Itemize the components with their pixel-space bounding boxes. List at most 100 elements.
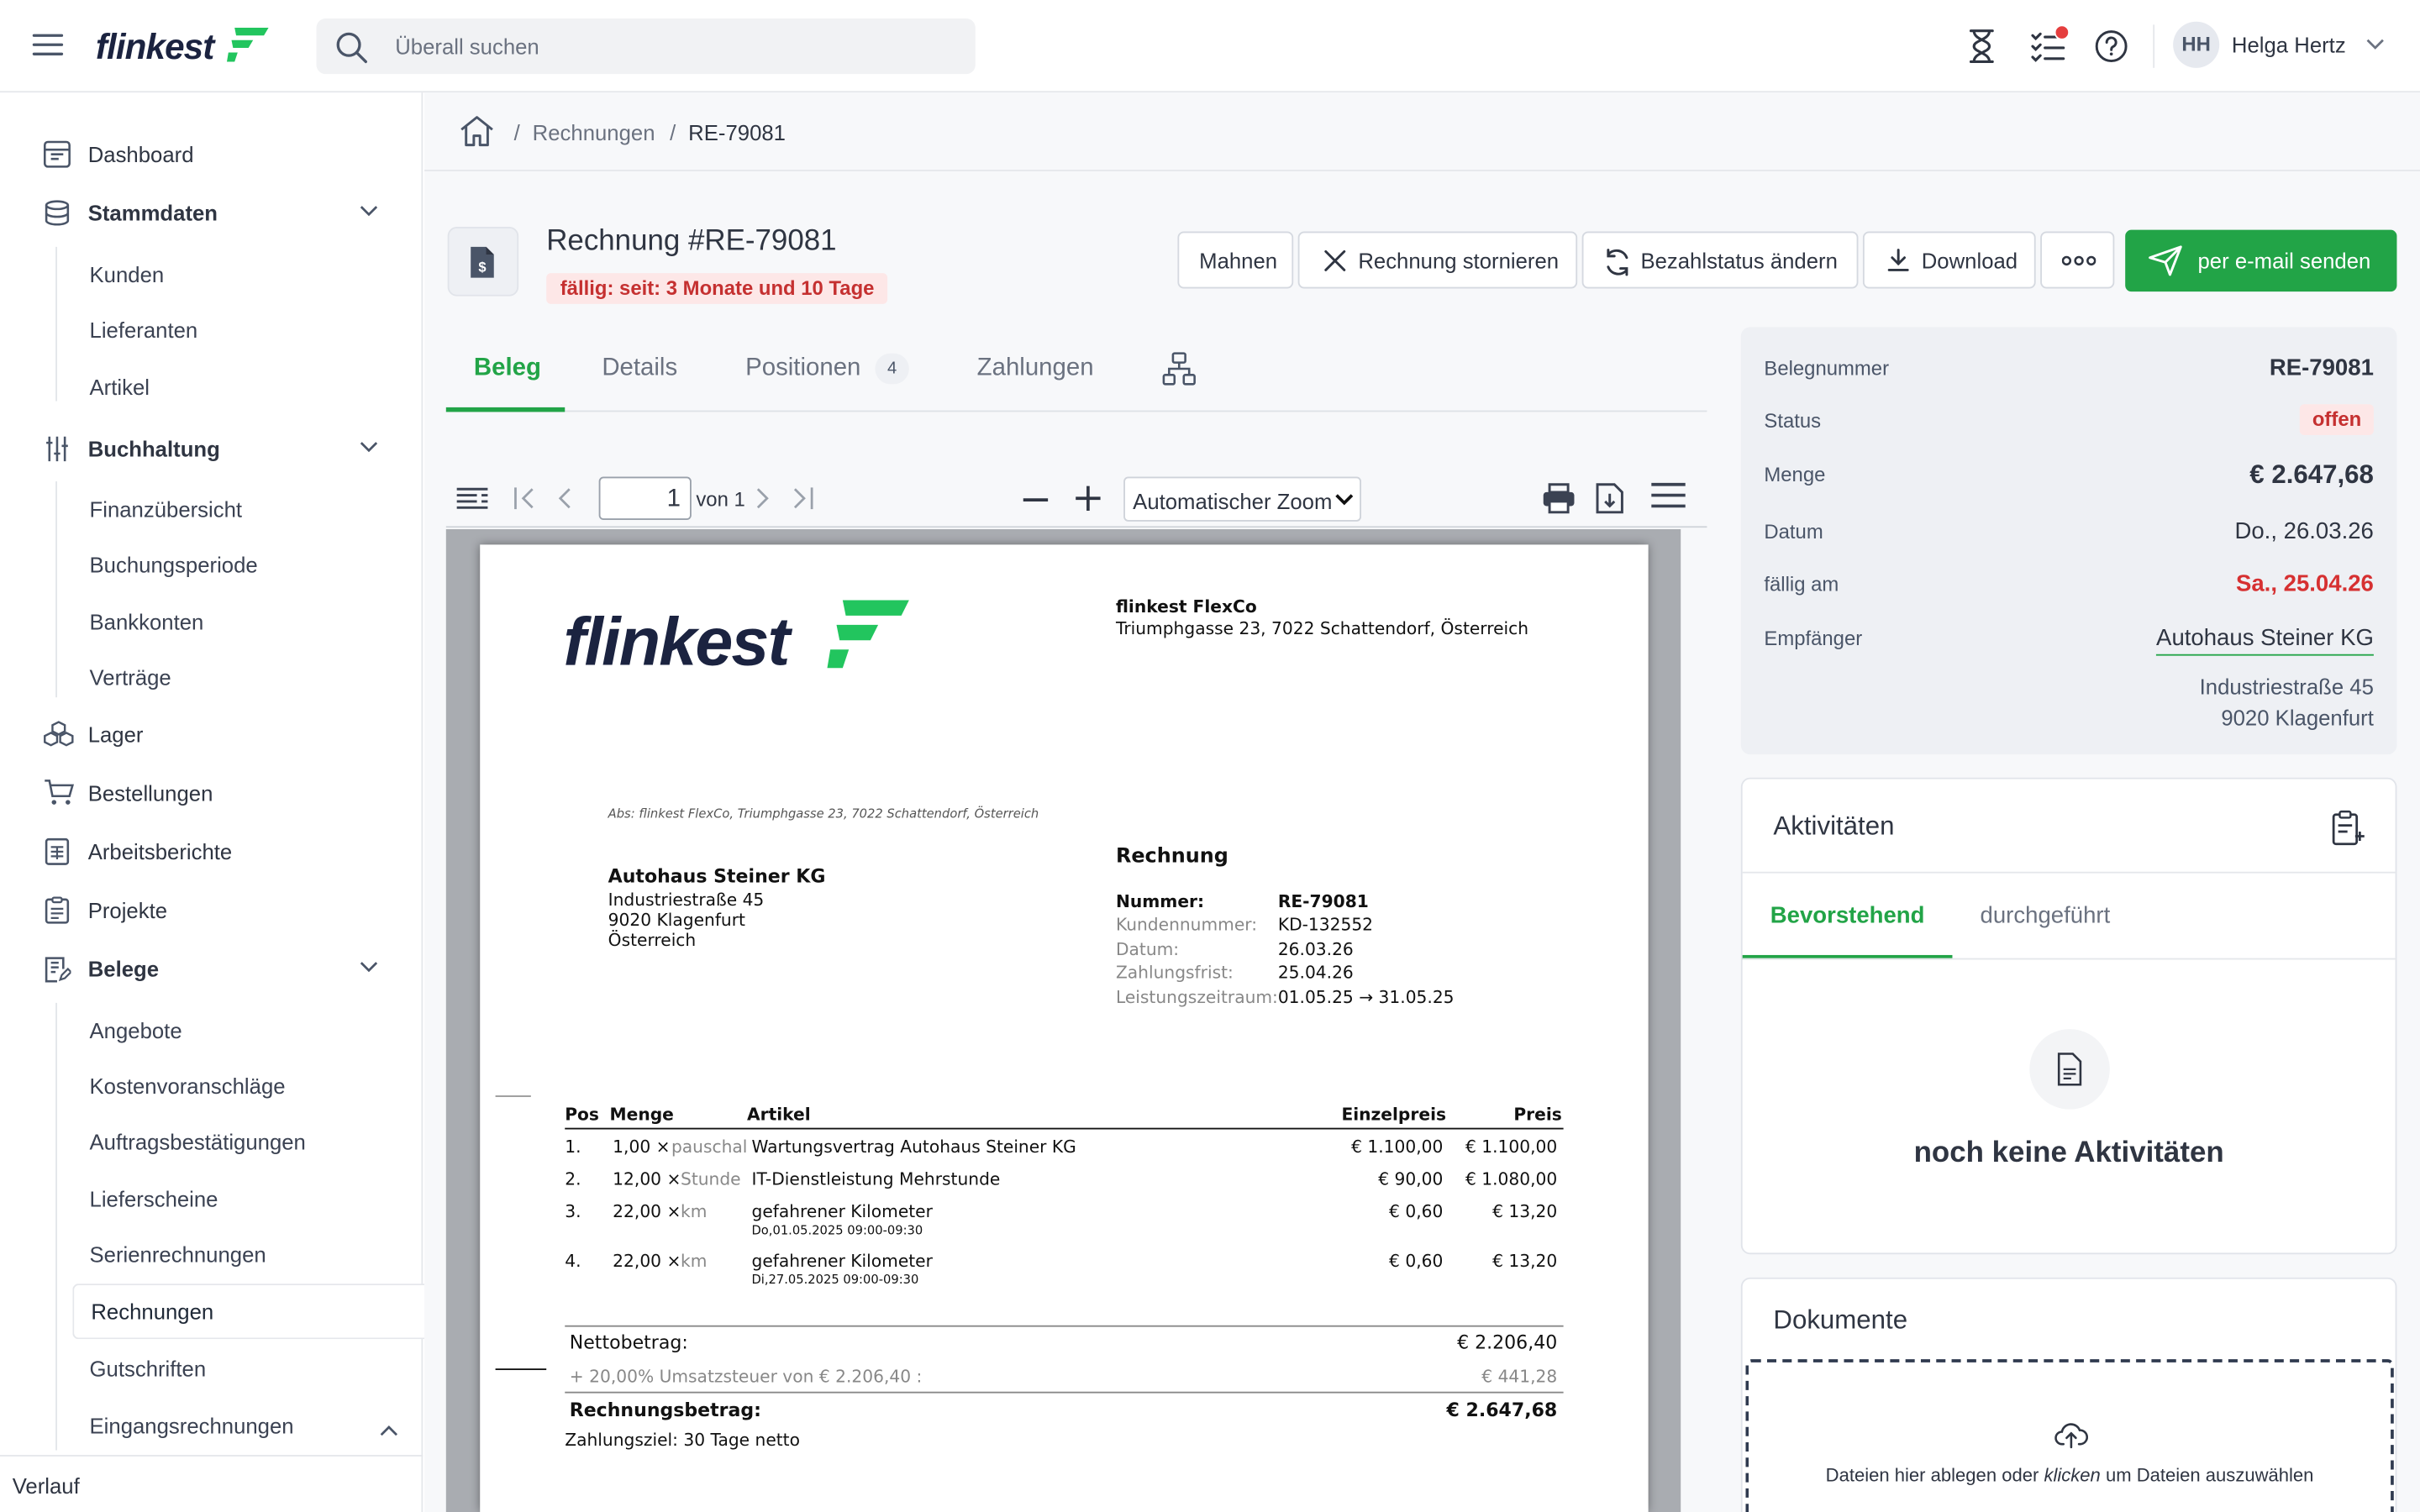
chevron-up-icon[interactable] [378,1422,400,1437]
fold-mark [495,1368,547,1371]
datum-label: Datum [1764,519,1823,543]
chevron-down-icon[interactable] [358,959,380,974]
header-divider [2153,24,2155,68]
meta-value: 25.04.26 [1277,963,1354,983]
search-input[interactable]: Überall suchen [316,18,976,75]
page-count: von 1 [696,487,745,511]
sidebar-item-kunden[interactable]: Kunden [90,262,165,286]
user-name[interactable]: Helga Hertz [2232,33,2346,57]
row-unit-price: € 0,60 [1389,1201,1444,1222]
send-email-button[interactable]: per e-mail senden [2125,229,2397,292]
sidebar-item-dashboard[interactable]: Dashboard [0,131,423,177]
avatar[interactable]: HH [2173,21,2220,68]
sidebar-item-buchhaltung[interactable]: Buchhaltung [0,426,423,472]
drop-click-link[interactable]: klicken [2044,1464,2100,1486]
sidebar-item-label: Stammdaten [87,200,218,226]
activities-title: Aktivitäten [1773,811,1895,842]
sidebar-item-label: Bestellungen [87,780,213,806]
sidebar-item-artikel[interactable]: Artikel [90,375,150,399]
tab-beleg[interactable]: Beleg [474,354,541,382]
history-bar[interactable]: Verlauf [0,1455,424,1512]
sidebar-item-lager[interactable]: Lager [0,711,423,758]
help-icon[interactable] [2094,29,2128,63]
hourglass-icon[interactable] [1965,28,1998,65]
sidebar-item-rechnungen[interactable]: Rechnungen [91,1299,213,1324]
next-page-icon[interactable] [753,486,771,511]
due-badge: fällig: seit: 3 Monate und 10 Tage [546,273,888,304]
zoom-out-icon[interactable] [1022,496,1050,502]
breadcrumb-separator: / [670,120,676,145]
previous-page-icon[interactable] [555,486,574,511]
sidebar-item-label: Arbeitsberichte [87,839,233,864]
status-label: Status [1764,408,1822,433]
sidebar-item-auftragsbestaetigungen[interactable]: Auftragsbestätigungen [90,1129,306,1153]
print-icon[interactable] [1542,483,1576,514]
sidebar-item-lieferanten[interactable]: Lieferanten [90,318,198,342]
sidebar-item-serienrechnungen[interactable]: Serienrechnungen [90,1242,266,1267]
totals-rule [565,1325,1564,1327]
sidebar-item-bankkonten[interactable]: Bankkonten [90,610,204,634]
tab-zahlungen[interactable]: Zahlungen [977,354,1094,382]
sidebar: Dashboard Stammdaten Kunden Lieferanten … [0,92,425,1512]
sidebar-item-stammdaten[interactable]: Stammdaten [0,190,423,236]
last-page-icon[interactable] [790,486,814,511]
sidebar-item-angebote[interactable]: Angebote [90,1018,182,1042]
sidebar-item-vertraege[interactable]: Verträge [90,665,171,690]
sidebar-item-buchungsperiode[interactable]: Buchungsperiode [90,553,258,577]
netto-value: € 2.206,40 [1457,1331,1558,1353]
divider [1742,871,2396,874]
page-title: Rechnung #RE-79081 [546,225,837,258]
save-pdf-icon[interactable] [1596,483,1623,514]
close-icon [1324,249,1346,271]
cancel-invoice-button[interactable]: Rechnung stornieren [1297,231,1578,289]
sidebar-item-belege[interactable]: Belege [0,946,423,992]
recipient-link[interactable]: Autohaus Steiner KG [2156,625,2374,656]
change-payment-status-button[interactable]: Bezahlstatus ändern [1581,231,1859,289]
tab-upcoming[interactable]: Bevorstehend [1770,902,1925,928]
sidebar-item-label: Belege [87,956,160,982]
chevron-down-icon[interactable] [358,203,380,218]
row-qty: 12,00 × [613,1169,681,1190]
sidebar-item-arbeitsberichte[interactable]: Arbeitsberichte [0,828,423,874]
mahnen-button[interactable]: Mahnen [1177,231,1294,289]
zoom-in-icon[interactable] [1074,485,1102,512]
sidebar-item-projekte[interactable]: Projekte [0,887,423,933]
first-page-icon[interactable] [513,486,537,511]
totals-rule [565,1391,1564,1394]
home-icon[interactable] [459,114,496,148]
meta-value: 01.05.25 → 31.05.25 [1277,987,1455,1008]
menu-icon[interactable] [31,28,65,61]
sidebar-item-finanzuebersicht[interactable]: Finanzübersicht [90,496,243,521]
page-number-input[interactable]: 1 [598,476,692,520]
recipient-city: 9020 Klagenfurt [608,910,745,931]
tab-details[interactable]: Details [602,354,677,382]
sidebar-item-gutschriften[interactable]: Gutschriften [90,1356,207,1380]
sidebar-item-kostenvoranschlaege[interactable]: Kostenvoranschläge [90,1074,286,1098]
sidebar-item-bestellungen[interactable]: Bestellungen [0,770,423,816]
file-drop-zone[interactable]: Dateien hier ablegen oder klicken um Dat… [1745,1359,2394,1512]
sidebar-item-eingangsrechnungen[interactable]: Eingangsrechnungen [90,1413,294,1437]
company-address: Triumphgasse 23, 7022 Schattendorf, Öste… [1115,618,1529,639]
download-icon [1887,249,1909,271]
chevron-down-icon[interactable] [2365,37,2386,52]
breadcrumb-rechnungen[interactable]: Rechnungen [533,120,655,144]
row-unit: pauschal [671,1137,748,1158]
flinkest-logo[interactable]: flinkest [96,22,273,68]
sitemap-icon[interactable] [1162,352,1196,386]
tab-done[interactable]: durchgeführt [1981,902,2111,928]
tools-menu-icon[interactable] [1649,481,1686,509]
tab-positionen[interactable]: Positionen [745,354,860,382]
sidebar-toggle-icon[interactable] [455,486,489,511]
download-button[interactable]: Download [1862,231,2036,289]
more-button[interactable] [2040,231,2115,289]
history-label: Verlauf [12,1473,80,1499]
zoom-select[interactable]: Automatischer Zoom [1123,476,1361,522]
row-price: € 13,20 [1492,1251,1558,1272]
row-price: € 13,20 [1492,1201,1558,1222]
column-header: Einzelpreis [1341,1105,1447,1125]
chevron-down-icon[interactable] [358,439,380,454]
add-activity-icon[interactable] [2330,810,2365,847]
recipient-city: 9020 Klagenfurt [2221,705,2374,730]
sidebar-item-lieferscheine[interactable]: Lieferscheine [90,1186,218,1210]
meta-value: 26.03.26 [1277,939,1354,960]
